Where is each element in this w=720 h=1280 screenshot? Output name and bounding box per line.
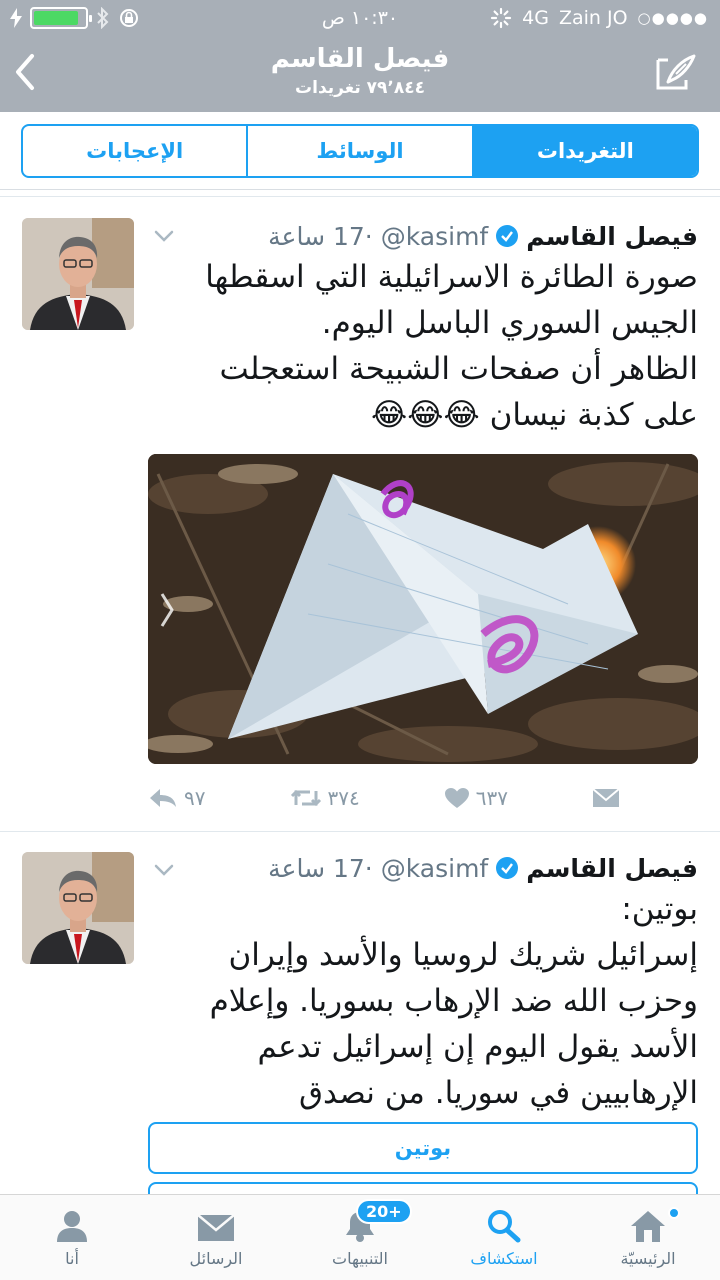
tweet-author-name[interactable]: فيصل القاسم: [526, 222, 698, 251]
retweet-count: ٣٧٤: [327, 786, 360, 810]
retweet-icon: [290, 789, 321, 807]
tweet-text: بوتين: إسرائيل شريك لروسيا والأسد وإيران…: [148, 886, 698, 1116]
tweet-text-line: صورة الطائرة الاسرائيلية التي اسقطها: [205, 259, 698, 295]
profile-segment-control: الإعجابات الوسائط التغريدات: [21, 124, 699, 178]
status-bar: ١٠:٣٠ ص 4G Zain JO ○●●●●: [0, 0, 720, 36]
like-count: ٦٣٧: [475, 786, 508, 810]
tab-me[interactable]: أنا: [0, 1195, 144, 1280]
segment-tweets[interactable]: التغريدات: [471, 126, 697, 176]
verified-badge-icon: [496, 857, 519, 879]
signal-strength: ○●●●●: [637, 9, 708, 27]
reply-action[interactable]: ٩٧: [148, 786, 205, 810]
profile-name-title: فيصل القاسم: [270, 44, 450, 74]
tweet-photo[interactable]: [148, 454, 698, 764]
tweet-time: 17 ساعة: [268, 221, 365, 251]
reply-count: ٩٧: [184, 786, 206, 810]
verified-badge-icon: [496, 225, 519, 247]
tweet-author-handle[interactable]: @kasimf: [381, 854, 488, 883]
search-icon: [488, 1210, 521, 1243]
tweet-divider: [0, 831, 720, 832]
heart-icon: [444, 788, 469, 808]
segment-likes[interactable]: الإعجابات: [23, 126, 246, 176]
segment-media[interactable]: الوسائط: [246, 126, 471, 176]
tab-home[interactable]: الرئيسيّة: [576, 1195, 720, 1280]
tweet-actions: ٩٧ ٣٧٤ ٦٣٧: [148, 780, 620, 816]
tweet-author-name[interactable]: فيصل القاسم: [526, 854, 698, 883]
tab-explore[interactable]: استكشاف: [432, 1195, 576, 1280]
reply-icon: [150, 789, 176, 807]
tab-label: التنبيهات: [332, 1249, 388, 1268]
tweet-text-line: إسرائيل شريك لروسيا والأسد وإيران: [228, 937, 698, 973]
compose-tweet-icon[interactable]: [654, 52, 698, 92]
tab-label: أنا: [65, 1249, 79, 1268]
tweet-text-line: على كذبة نيسان 😂😂😂: [371, 397, 698, 433]
tab-messages[interactable]: الرسائل: [144, 1195, 288, 1280]
bottom-tab-bar: أنا الرسائل التنبيهات 20+ استكشاف الرئيس…: [0, 1194, 720, 1280]
tweet-time: 17 ساعة: [268, 853, 365, 883]
envelope-icon: [197, 1214, 235, 1241]
loading-spinner-icon: [491, 7, 512, 29]
tweet-timestamp: ·17 ساعة: [268, 853, 373, 883]
tweet-header: فيصل القاسم @kasimf ·17 ساعة: [148, 848, 698, 888]
carrier-name: Zain JO: [558, 7, 628, 29]
avatar[interactable]: [22, 218, 134, 330]
tweet-text-line: الظاهر أن صفحات الشبيحة استعجلت: [219, 351, 699, 387]
poll-option-button[interactable]: بوتين: [148, 1122, 698, 1174]
tweet-text-line: بوتين:: [621, 891, 698, 927]
section-divider: [0, 189, 720, 190]
network-type: 4G: [522, 7, 549, 29]
tweet-header: فيصل القاسم @kasimf ·17 ساعة: [148, 216, 698, 256]
tweet-text-line: الإرهابيين في سوريا. من نصدق: [299, 1075, 698, 1111]
person-icon: [57, 1211, 87, 1242]
tweet-count: ٧٩٬٨٤٤ تغريدات: [295, 78, 425, 98]
tweet-text-line: الأسد يقول اليوم إن إسرائيل تدعم: [257, 1029, 698, 1065]
tab-label: الرسائل: [189, 1249, 243, 1268]
tweet-author-handle[interactable]: @kasimf: [381, 222, 488, 251]
tweet-text-line: الجيس السوري الباسل اليوم.: [321, 305, 698, 341]
tweet-text-line: وحزب الله ضد الإرهاب بسوريا. وإعلام: [209, 983, 698, 1019]
notification-badge: 20+: [356, 1199, 412, 1224]
tab-label: استكشاف: [470, 1249, 538, 1268]
tab-notifications[interactable]: التنبيهات 20+: [288, 1195, 432, 1280]
retweet-action[interactable]: ٣٧٤: [290, 786, 360, 810]
like-action[interactable]: ٦٣٧: [444, 786, 508, 810]
status-right: 4G Zain JO ○●●●●: [490, 7, 708, 29]
home-icon: [631, 1211, 665, 1242]
avatar[interactable]: [22, 852, 134, 964]
tweet-timestamp: ·17 ساعة: [268, 221, 373, 251]
tweet-text: صورة الطائرة الاسرائيلية التي اسقطها الج…: [148, 254, 698, 438]
section-divider: [0, 196, 720, 197]
new-content-dot: [668, 1207, 680, 1219]
envelope-icon: [592, 788, 620, 807]
profile-header: ١٠:٣٠ ص 4G Zain JO ○●●●● فيصل القاسم ٧٩٬…: [0, 0, 720, 112]
tab-label: الرئيسيّة: [620, 1249, 676, 1268]
direct-message-action[interactable]: [592, 787, 620, 809]
